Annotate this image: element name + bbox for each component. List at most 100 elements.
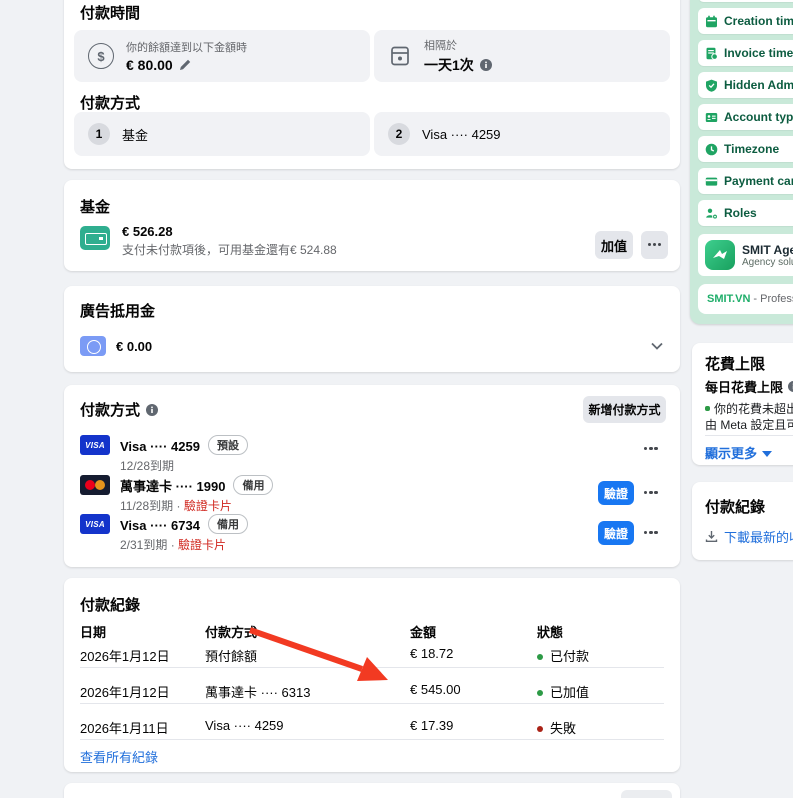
agency-subtitle: Agency solutions	[742, 257, 793, 268]
frequency-value: 一天1次	[424, 55, 474, 75]
wallet-icon	[80, 226, 110, 250]
payment-method-row: 萬事達卡 ···· 1990備用 11/28到期 · 驗證卡片	[80, 475, 273, 514]
history-row-status: 已加值	[537, 682, 589, 701]
spend-limit-note-line1: 你的花費未超出今	[705, 400, 793, 417]
separator: ·	[176, 499, 180, 513]
column-header-date: 日期	[80, 622, 106, 641]
step-label: 基金	[122, 125, 148, 144]
calendar-icon	[705, 15, 718, 28]
payment-method-row: VISA Visa ···· 6734備用 2/31到期 · 驗證卡片	[80, 514, 248, 553]
payment-history-heading: 付款紀錄	[80, 594, 140, 615]
side-item-partial[interactable]	[698, 0, 793, 2]
green-bullet	[705, 406, 710, 411]
agency-card[interactable]: SMIT Agency Agency solutions	[698, 234, 793, 276]
spend-limit-card: 花費上限 每日花費上限 你的花費未超出今 由 Meta 設定且可能 顯示更多	[692, 343, 793, 465]
verify-card-alert: 驗證卡片	[184, 499, 232, 513]
payment-step-2: 2 Visa ···· 4259	[374, 112, 670, 156]
edit-pencil-icon[interactable]	[179, 59, 191, 71]
status-dot-green	[537, 690, 543, 696]
step-number: 2	[388, 123, 410, 145]
extension-side-panel: Creation time Invoice time Hidden Admin …	[690, 0, 793, 324]
default-pill: 預設	[208, 435, 248, 455]
sidebar-item-payment-card[interactable]: Payment card	[698, 168, 793, 194]
sidebar-item-hidden-admin[interactable]: Hidden Admin	[698, 72, 793, 98]
ad-credit-card: 廣告抵用金 € 0.00	[64, 286, 680, 372]
ad-credit-coin-icon	[80, 336, 106, 356]
sidebar-item-invoice-time[interactable]: Invoice time	[698, 40, 793, 66]
chevron-down-icon[interactable]	[650, 339, 664, 353]
sidebar-item-label: Roles	[724, 206, 757, 220]
ad-credit-heading: 廣告抵用金	[80, 300, 155, 321]
history-row-date: 2026年1月12日	[80, 682, 170, 701]
status-dot-red	[537, 726, 543, 732]
visa-badge-icon: VISA	[80, 514, 110, 534]
sidebar-item-account-type[interactable]: Account type	[698, 104, 793, 130]
sidebar-item-label: Account type	[724, 110, 793, 124]
verify-button[interactable]: 驗證	[598, 481, 634, 505]
top-up-button[interactable]: 加值	[595, 231, 633, 259]
add-payment-method-button[interactable]: 新增付款方式	[583, 396, 666, 423]
step-number: 1	[88, 123, 110, 145]
info-icon[interactable]	[480, 59, 492, 71]
id-card-icon	[705, 111, 718, 124]
invoice-icon	[705, 47, 718, 60]
receipts-card: 付款紀錄 下載最新的收據	[692, 482, 793, 560]
separator: ·	[171, 538, 175, 552]
threshold-label: 你的餘額達到以下金額時	[126, 39, 247, 55]
view-all-records-link[interactable]: 查看所有紀錄	[80, 747, 158, 766]
shield-icon	[705, 79, 718, 92]
history-row-amount: € 18.72	[410, 646, 453, 661]
download-receipt-link[interactable]: 下載最新的收據	[724, 527, 793, 546]
show-more-link[interactable]: 顯示更多	[705, 443, 772, 462]
payment-step-1: 1 基金	[74, 112, 370, 156]
billing-settings-page: 付款時間 $ 你的餘額達到以下金額時 € 80.00 相隔於 一天1次 付款	[0, 0, 793, 798]
sidebar-item-creation-time[interactable]: Creation time	[698, 8, 793, 34]
funds-amount: € 526.28	[122, 224, 173, 239]
card-expiry: 11/28到期	[120, 499, 173, 513]
status-dot-green	[537, 654, 543, 660]
billing-icon	[388, 44, 412, 68]
sidebar-item-label: Timezone	[724, 142, 779, 156]
ad-credit-amount: € 0.00	[116, 339, 152, 354]
payment-history-card: 付款紀錄 日期 付款方式 金額 狀態 2026年1月12日 預付餘額 € 18.…	[64, 578, 680, 772]
payment-order-heading: 付款方式	[80, 92, 140, 113]
balance-threshold-box: $ 你的餘額達到以下金額時 € 80.00	[74, 30, 370, 82]
credit-card-icon	[705, 175, 718, 188]
row-divider	[80, 667, 664, 668]
history-row-date: 2026年1月11日	[80, 718, 169, 737]
funds-more-options-button[interactable]	[641, 231, 668, 259]
button-sliver[interactable]	[621, 790, 672, 798]
history-row-method: 預付餘額	[205, 646, 257, 665]
sidebar-item-label: Creation time	[724, 14, 793, 28]
funds-note: 支付未付款項後，可用基金還有€ 524.88	[122, 241, 337, 258]
spend-limit-heading: 花費上限	[705, 353, 765, 374]
ellipsis-icon	[648, 243, 662, 247]
download-icon	[705, 530, 718, 543]
next-card-sliver	[64, 783, 680, 798]
coin-icon: $	[88, 43, 114, 69]
column-header-method: 付款方式	[205, 622, 257, 641]
mastercard-badge-icon	[80, 475, 110, 495]
column-header-amount: 金額	[410, 622, 436, 641]
history-row-method: Visa ···· 4259	[205, 718, 284, 733]
info-icon[interactable]	[146, 404, 158, 416]
card-expiry: 2/31到期	[120, 538, 167, 552]
sidebar-item-timezone[interactable]: Timezone	[698, 136, 793, 162]
history-row-method: 萬事達卡 ···· 6313	[205, 682, 310, 701]
payment-time-card: 付款時間 $ 你的餘額達到以下金額時 € 80.00 相隔於 一天1次 付款	[64, 0, 680, 169]
card-title: Visa ···· 4259	[120, 439, 200, 454]
billing-frequency-box: 相隔於 一天1次	[374, 30, 670, 82]
agency-brand-badge[interactable]: SMIT.VN - Professional	[698, 284, 793, 314]
brand-name: SMIT.VN	[707, 293, 750, 305]
sidebar-item-label: Payment card	[724, 174, 793, 188]
threshold-value: € 80.00	[126, 57, 173, 73]
info-icon[interactable]	[788, 381, 793, 392]
history-row-amount: € 17.39	[410, 718, 453, 733]
sidebar-item-roles[interactable]: Roles	[698, 200, 793, 226]
sidebar-item-label: Hidden Admin	[724, 78, 793, 92]
brand-tagline: - Professional	[753, 293, 793, 305]
payment-time-heading: 付款時間	[80, 2, 140, 23]
row-divider	[80, 739, 664, 740]
verify-button[interactable]: 驗證	[598, 521, 634, 545]
clock-icon	[705, 143, 718, 156]
